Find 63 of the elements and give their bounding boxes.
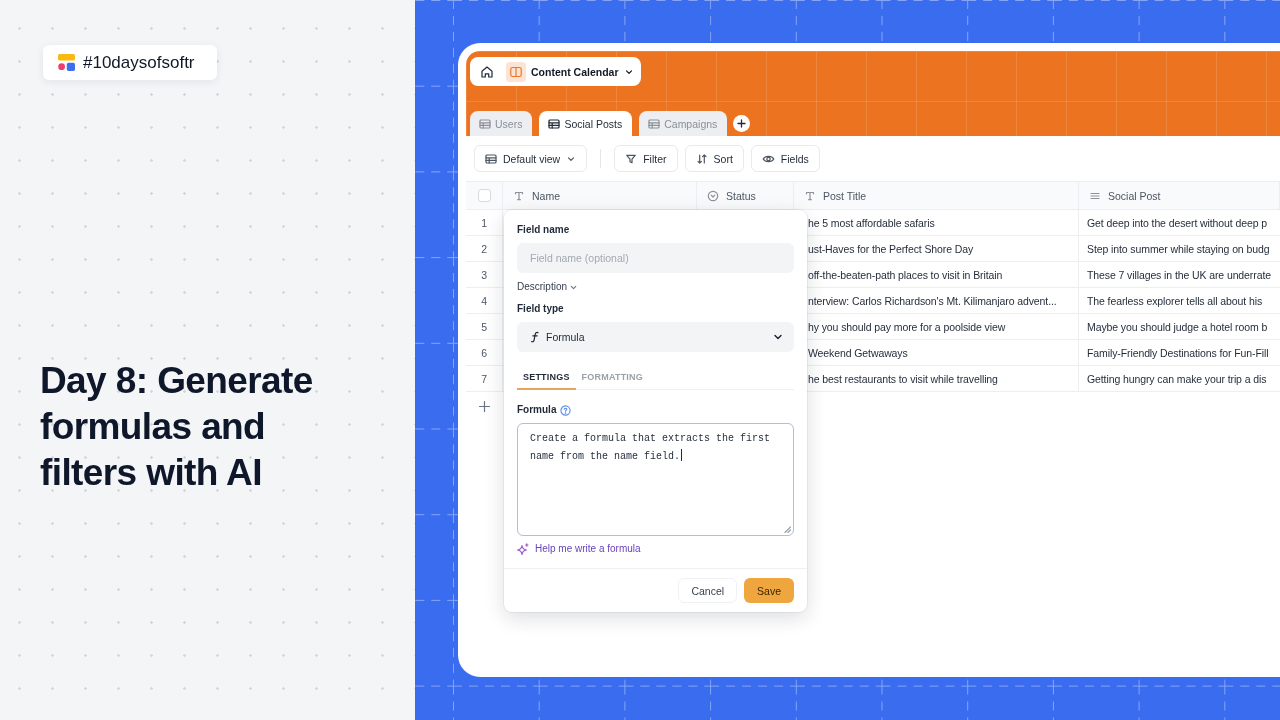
text-cursor-icon: [681, 448, 683, 461]
table-icon: [648, 117, 661, 130]
function-icon: [529, 331, 540, 343]
save-button[interactable]: Save: [744, 578, 794, 603]
cancel-button[interactable]: Cancel: [678, 578, 738, 603]
filter-button[interactable]: Filter: [614, 145, 678, 172]
plus-icon[interactable]: [733, 115, 751, 132]
filter-icon: [625, 152, 638, 165]
text-type-icon: [804, 189, 816, 202]
field-label: Formula: [517, 404, 557, 416]
home-icon[interactable]: [480, 64, 494, 79]
text-type-icon: [513, 189, 525, 202]
post-title-cell: he 5 most affordable safaris: [808, 216, 935, 229]
row-number: 6: [481, 346, 487, 359]
sort-icon: [695, 152, 708, 165]
post-title-cell: off-the-beaten-path places to visit in Britain: [808, 268, 1003, 281]
row-number: 2: [481, 242, 487, 255]
formula-input[interactable]: Create a formula that extracts the first name from the name field.: [517, 423, 794, 536]
hashtag-text: #10daysofsoftr: [83, 52, 195, 73]
editor-tab[interactable]: SETTINGS: [517, 366, 576, 390]
base-switcher[interactable]: Content Calendar: [506, 61, 634, 82]
sort-button[interactable]: Sort: [684, 145, 744, 172]
help-icon[interactable]: [560, 404, 572, 416]
post-title-cell: he best restaurants to visit while travelling: [808, 372, 998, 385]
table-icon: [548, 117, 561, 130]
description-toggle[interactable]: Description: [517, 281, 579, 293]
row-number: 3: [481, 268, 487, 281]
post-title-cell: Weekend Getwaways: [808, 346, 908, 359]
row-number: 4: [481, 294, 487, 307]
column-title: Post Title: [823, 189, 867, 202]
sparkle-icon: [517, 543, 529, 555]
social-post-cell: Family-Friendly Destinations for Fun-Fill: [1087, 346, 1269, 359]
row-number: 1: [481, 216, 487, 229]
social-post-cell: These 7 villages in the UK are underrate: [1087, 268, 1271, 281]
field-label: Field name: [517, 224, 570, 236]
table-icon: [479, 117, 491, 130]
logo-icon: [58, 54, 75, 71]
ai-help-link[interactable]: Help me write a formula: [517, 543, 641, 555]
column-title: Social Post: [1108, 189, 1161, 202]
select-all-checkbox[interactable]: [477, 189, 491, 202]
column-title: Status: [726, 189, 756, 202]
field-type-select[interactable]: Formula: [517, 322, 794, 352]
book-icon: [506, 61, 526, 82]
social-post-cell: Step into summer while staying on budg: [1087, 242, 1270, 255]
row-number: 5: [481, 320, 487, 333]
social-post-cell: The fearless explorer tells all about his: [1087, 294, 1263, 307]
view-selector[interactable]: Default view: [474, 145, 588, 172]
social-post-cell: Getting hungry can make your trip a dis: [1087, 372, 1267, 385]
table-icon: [485, 152, 497, 165]
post-title-cell: hy you should pay more for a poolside view: [808, 320, 1006, 333]
social-post-cell: Maybe you should judge a hotel room b: [1087, 320, 1268, 333]
fields-button[interactable]: Fields: [750, 145, 820, 172]
post-title-cell: nterview: Carlos Richardson's Mt. Kilimanjaro advent...: [808, 294, 1057, 307]
column-title: Name: [532, 189, 560, 202]
circle-chevron-icon: [707, 189, 719, 202]
post-title-cell: ust-Haves for the Perfect Shore Day: [808, 242, 974, 255]
headline: Day 8: Generate formulas and filters with AI: [40, 359, 314, 495]
field-label: Field type: [517, 303, 564, 315]
row-number: 7: [481, 372, 487, 385]
resize-handle-icon: [784, 526, 791, 533]
tab[interactable]: Social Posts: [539, 111, 633, 136]
social-post-cell: Get deep into the desert without deep p: [1087, 216, 1267, 229]
field-name-input[interactable]: Field name (optional): [517, 243, 794, 273]
